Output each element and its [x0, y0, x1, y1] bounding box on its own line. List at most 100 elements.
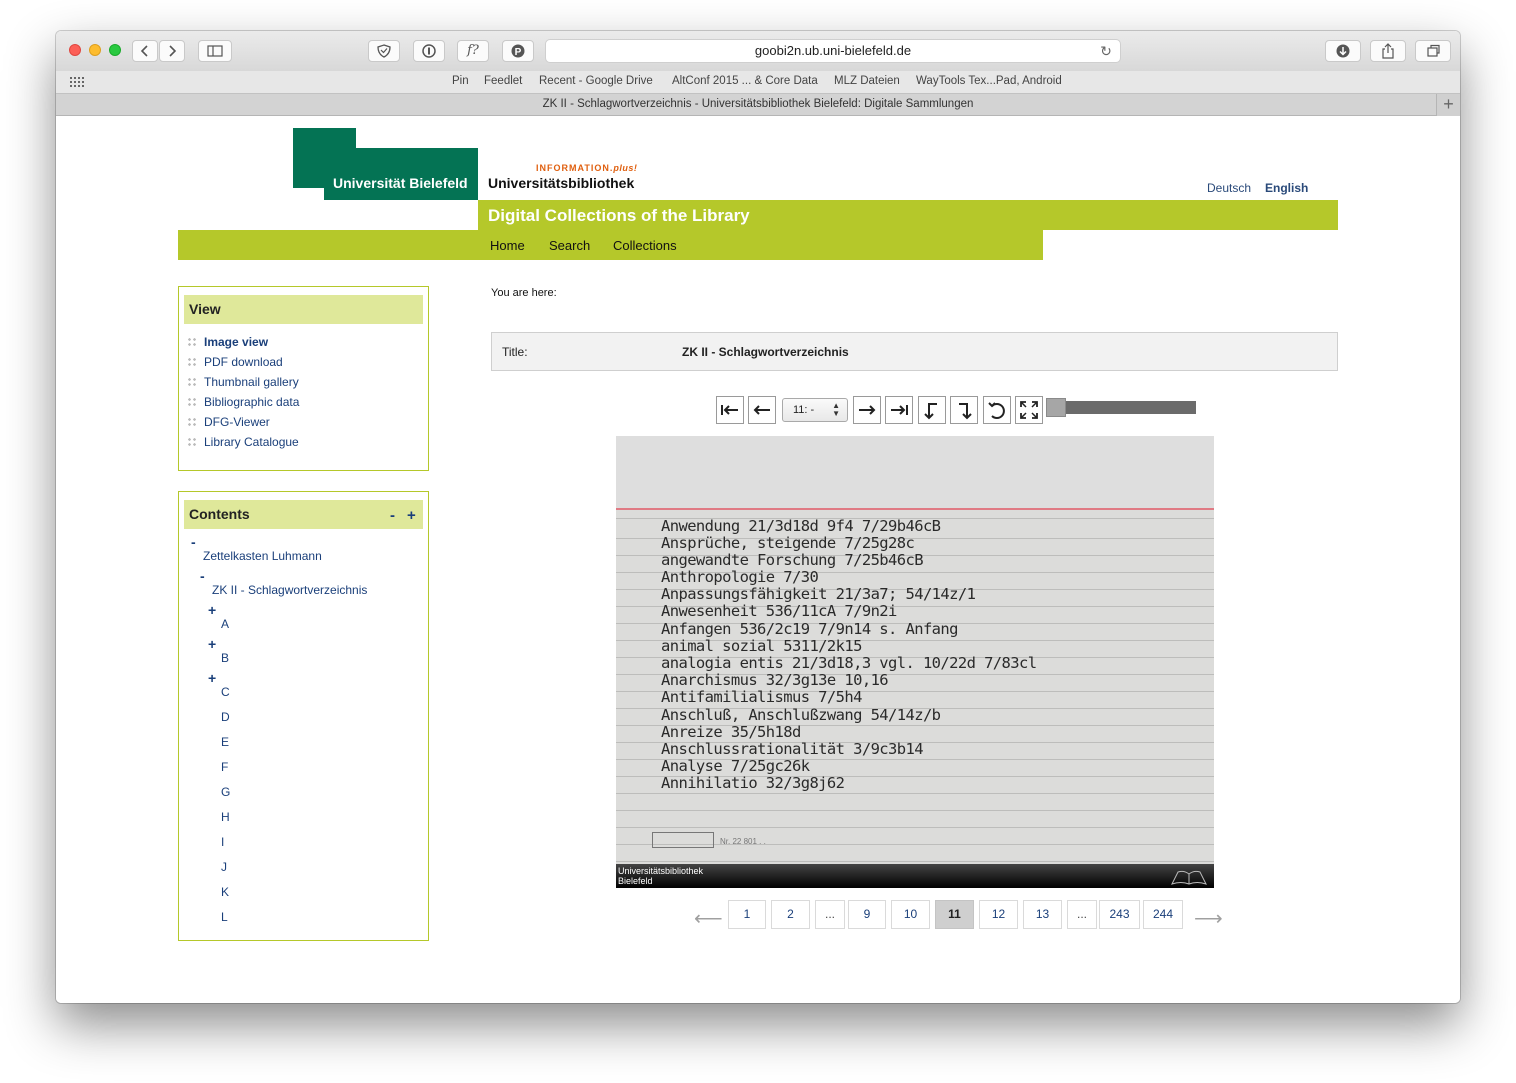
forward-button[interactable]	[159, 40, 185, 62]
bookmark-pin[interactable]: Pin	[452, 75, 469, 87]
pagination-page[interactable]: 2	[771, 900, 810, 929]
view-pdf-link[interactable]: PDF download	[187, 355, 283, 369]
last-page-icon	[891, 405, 908, 415]
pagination-prev-arrow-icon[interactable]: ⟵	[694, 906, 723, 931]
university-logo[interactable]: Universität Bielefeld	[293, 128, 478, 200]
contents-panel-header: Contents - +	[184, 500, 423, 529]
rotate-left-button[interactable]	[918, 396, 946, 424]
card-line: Antifamilialismus 7/5h4	[661, 688, 862, 706]
reset-view-button[interactable]	[983, 396, 1011, 424]
language-english-link[interactable]: English	[1265, 181, 1308, 195]
card-line: Anfangen 536/2c19 7/9n14 s. Anfang	[661, 620, 958, 638]
bookmark-waytools[interactable]: WayTools Tex...Pad, Android	[916, 75, 1062, 87]
previous-page-button[interactable]	[748, 396, 776, 424]
toc-item-zk2[interactable]: ZK II - Schlagwortverzeichnis	[212, 583, 367, 597]
share-button[interactable]	[1370, 40, 1406, 62]
collapse-icon[interactable]: -	[191, 534, 196, 550]
tab-title[interactable]: ZK II - Schlagwortverzeichnis - Universi…	[543, 98, 974, 110]
grid-icon[interactable]	[70, 77, 86, 87]
fullscreen-button[interactable]	[1015, 396, 1043, 424]
toc-item-letter[interactable]: D	[221, 710, 230, 724]
rotate-right-button[interactable]	[950, 396, 978, 424]
bookmark-altconf[interactable]: AltConf 2015 ... & Core Data	[672, 75, 818, 87]
pagination-page[interactable]: 9	[848, 900, 886, 929]
last-page-button[interactable]	[885, 396, 913, 424]
first-page-button[interactable]	[716, 396, 744, 424]
select-arrows-icon: ▲ ▼	[832, 401, 840, 418]
bookmark-feedlet[interactable]: Feedlet	[484, 75, 522, 87]
zoom-slider-track[interactable]	[1064, 401, 1196, 414]
pagination-current-page[interactable]: 11	[935, 900, 974, 929]
toc-item-letter[interactable]: K	[221, 885, 229, 899]
site-title: Digital Collections of the Library	[488, 206, 750, 225]
zoom-slider-handle[interactable]	[1046, 398, 1066, 417]
pagination-page[interactable]: 1	[728, 900, 766, 929]
pagination-page[interactable]: 10	[891, 900, 930, 929]
view-catalogue-link[interactable]: Library Catalogue	[187, 435, 299, 449]
card-line: Annihilatio 32/3g8j62	[661, 774, 845, 792]
downloads-button[interactable]	[1325, 40, 1361, 62]
address-bar[interactable]: goobi2n.ub.uni-bielefeld.de ↻	[545, 39, 1121, 63]
reload-icon[interactable]: ↻	[1098, 43, 1114, 59]
language-german-link[interactable]: Deutsch	[1207, 181, 1251, 195]
toc-item-letter[interactable]: E	[221, 735, 229, 749]
expand-icon[interactable]: +	[208, 602, 216, 618]
bookmark-mlz-dateien[interactable]: MLZ Dateien	[834, 75, 900, 87]
view-image-link[interactable]: Image view	[187, 335, 268, 349]
nav-collections[interactable]: Collections	[613, 238, 677, 253]
toc-item-letter[interactable]: L	[221, 910, 228, 924]
toc-item-letter[interactable]: B	[221, 651, 229, 665]
pagination-page[interactable]: 244	[1143, 900, 1183, 929]
next-page-button[interactable]	[853, 396, 881, 424]
minimize-window-button[interactable]	[89, 44, 101, 56]
pagination-page[interactable]: 12	[979, 900, 1018, 929]
zoom-window-button[interactable]	[109, 44, 121, 56]
toc-item-root[interactable]: Zettelkasten Luhmann	[203, 549, 322, 563]
toc-item-letter[interactable]: J	[221, 860, 227, 874]
password-icon	[422, 44, 436, 58]
toc-item-letter[interactable]: H	[221, 810, 230, 824]
toc-item-letter[interactable]: I	[221, 835, 224, 849]
tab-overview-button[interactable]	[1415, 40, 1451, 62]
collapse-icon[interactable]: -	[200, 568, 205, 584]
view-bibliographic-link[interactable]: Bibliographic data	[187, 395, 299, 409]
pagination-next-arrow-icon[interactable]: ⟶	[1194, 906, 1223, 931]
page-select[interactable]: 11: - ▲ ▼	[782, 398, 848, 422]
web-page: Universität Bielefeld INFORMATION.plus! …	[56, 116, 1460, 1003]
arrow-right-icon	[859, 405, 876, 415]
main-nav: Home Search Collections	[178, 230, 1043, 260]
expand-all-button[interactable]: +	[407, 501, 416, 530]
card-line: Analyse 7/25gc26k	[661, 757, 810, 775]
function-extension-button[interactable]: f?	[457, 40, 489, 62]
password-extension-button[interactable]	[413, 40, 445, 62]
toc-item-letter[interactable]: C	[221, 685, 230, 699]
view-dfg-link[interactable]: DFG-Viewer	[187, 415, 270, 429]
index-card: Anwendung 21/3d18d 9f4 7/29b46cB Ansprüc…	[616, 436, 1214, 864]
sidebar-toggle-button[interactable]	[198, 40, 232, 62]
card-line: Anschlussrationalität 3/9c3b14	[661, 740, 924, 758]
toc-item-letter[interactable]: F	[221, 760, 228, 774]
university-name: Universität Bielefeld	[333, 175, 468, 191]
bookmark-google-drive[interactable]: Recent - Google Drive	[539, 75, 653, 87]
nav-search[interactable]: Search	[549, 238, 590, 253]
bullet-icon	[187, 437, 197, 447]
back-button[interactable]	[132, 40, 158, 62]
tabs-icon	[1427, 44, 1440, 57]
pagination-ellipsis: ...	[1067, 900, 1097, 929]
toc-item-letter[interactable]: G	[221, 785, 230, 799]
new-tab-button[interactable]: +	[1436, 94, 1460, 116]
expand-icon[interactable]: +	[208, 670, 216, 686]
scan-image[interactable]: Anwendung 21/3d18d 9f4 7/29b46cB Ansprüc…	[616, 436, 1214, 888]
fullscreen-icon	[1020, 401, 1038, 419]
pagination-page[interactable]: 13	[1023, 900, 1062, 929]
privacy-extension-button[interactable]	[368, 40, 400, 62]
expand-icon[interactable]: +	[208, 636, 216, 652]
view-thumbnails-link[interactable]: Thumbnail gallery	[187, 375, 299, 389]
card-line: Ansprüche, steigende 7/25g28c	[661, 534, 915, 552]
nav-home[interactable]: Home	[490, 238, 525, 253]
collapse-all-button[interactable]: -	[390, 501, 395, 530]
toc-item-letter[interactable]: A	[221, 617, 229, 631]
pinterest-extension-button[interactable]: P	[502, 40, 534, 62]
pagination-page[interactable]: 243	[1099, 900, 1140, 929]
close-window-button[interactable]	[69, 44, 81, 56]
